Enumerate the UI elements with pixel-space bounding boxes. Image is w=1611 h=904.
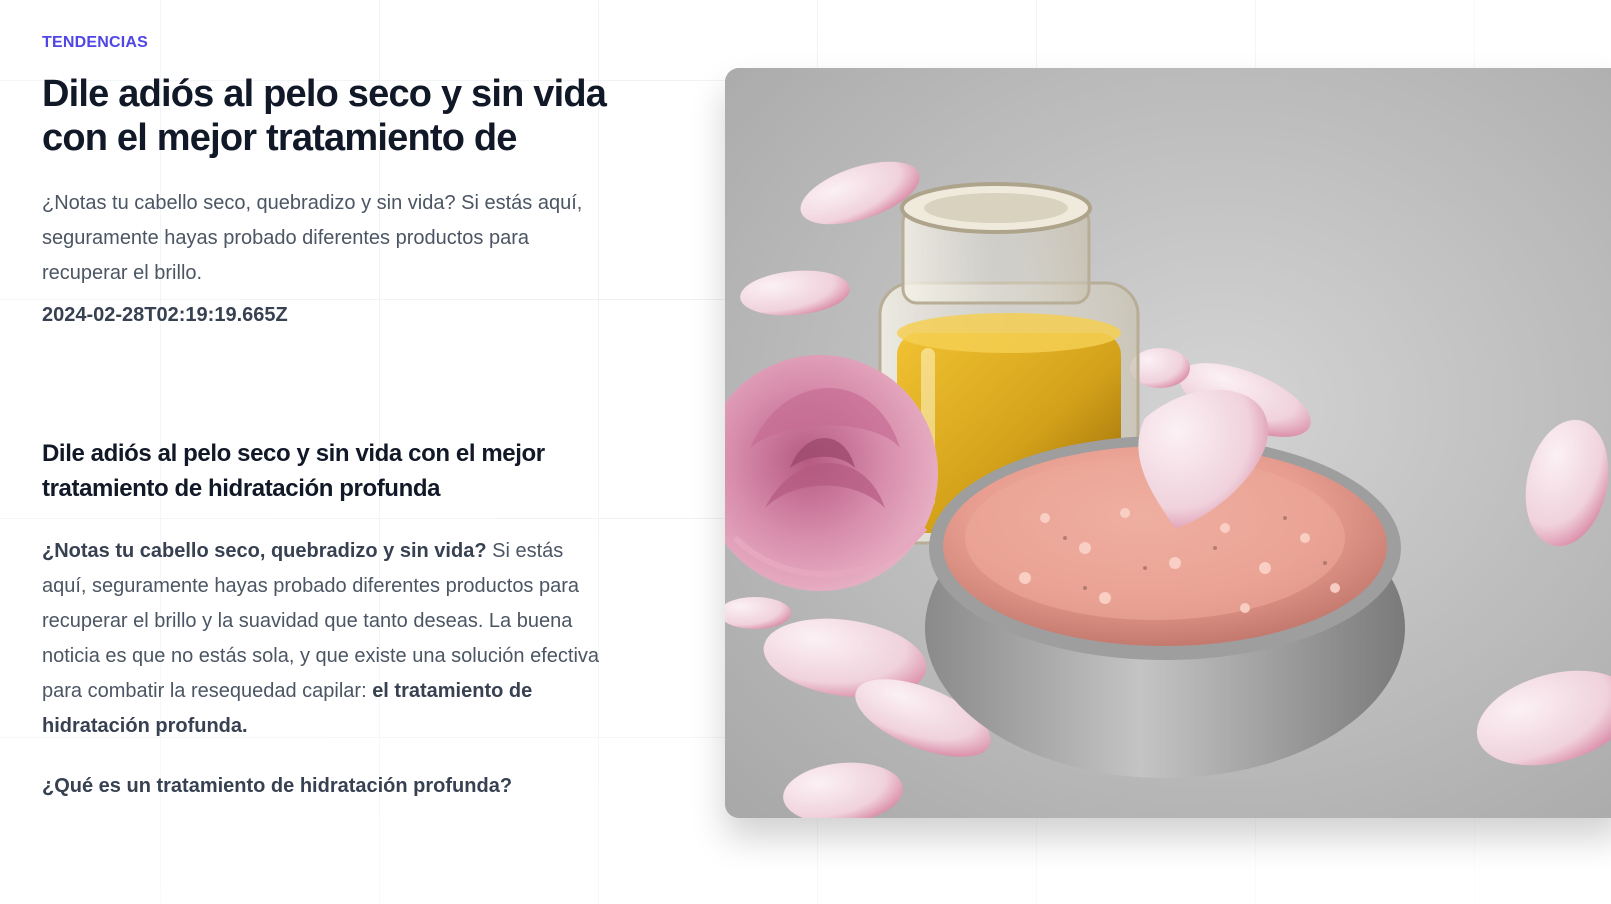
article-excerpt: ¿Notas tu cabello seco, quebradizo y sin… <box>42 192 583 284</box>
hero-image <box>725 68 1611 818</box>
section-heading: Dile adiós al pelo seco y sin vida con e… <box>42 440 545 502</box>
article-title: Dile adiós al pelo seco y sin vida con e… <box>42 73 607 159</box>
subheading: ¿Qué es un tratamiento de hidratación pr… <box>42 775 513 797</box>
intro-paragraph: ¿Notas tu cabello seco, quebradizo y sin… <box>42 534 612 744</box>
intro-bold-text: ¿Notas tu cabello seco, quebradizo y sin… <box>42 540 487 562</box>
category-label[interactable]: TENDENCIAS <box>42 32 612 54</box>
article-column: TENDENCIAS Dile adiós al pelo seco y sin… <box>42 30 612 801</box>
article-page: TENDENCIAS Dile adiós al pelo seco y sin… <box>0 0 1611 904</box>
publish-date: 2024-02-28T02:19:19.665Z <box>42 304 288 326</box>
intro-text: Si estás aquí, seguramente hayas probado… <box>42 540 600 702</box>
hero-illustration <box>725 68 1611 818</box>
